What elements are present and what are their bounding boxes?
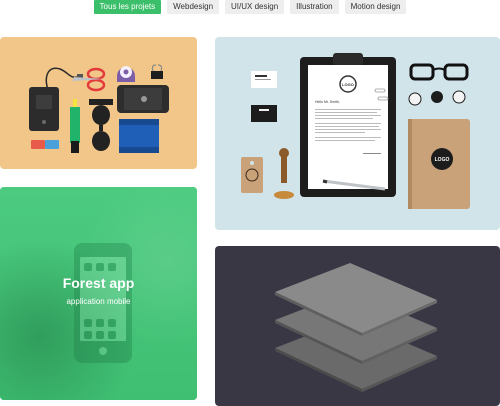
glasses-icon [409,63,469,81]
tape-dispenser-icon [117,66,135,82]
highlighter-icon [70,99,80,153]
smartphone-icon [117,85,169,113]
stacked-layers-icon [275,263,437,392]
scissors-icon [72,67,106,92]
filter-ui-ux-design[interactable]: UI/UX design [225,0,285,14]
notebook-logo: LOGO [435,157,450,163]
forest-app-phone-illustration [74,243,132,363]
letter-logo: LOGO [342,82,354,87]
business-card-icon [251,71,277,122]
desk-items-illustration [29,64,169,153]
project-subtitle: application mobile [66,297,131,306]
badge-icon [408,90,466,106]
binder-clip-icon [151,64,163,79]
filter-motion-design[interactable]: Motion design [344,0,407,14]
wax-seal-stamp-icon [274,148,294,199]
price-tag-icon [241,157,263,193]
filter-all-projects[interactable]: Tous les projets [93,0,162,14]
notebook-icon: LOGO [408,119,470,209]
filter-illustration[interactable]: Illustration [290,0,339,14]
stationery-illustration: LOGO Hello Mr. Smith, LOGO [241,53,470,209]
project-tile-layers[interactable] [215,246,500,406]
project-tile-stationery[interactable]: LOGO Hello Mr. Smith, LOGO [215,37,500,230]
notebook-icon [119,119,159,153]
letter-greeting: Hello Mr. Smith, [315,100,340,104]
filter-webdesign[interactable]: Webdesign [167,0,220,14]
project-title: Forest app [62,275,135,291]
sunglasses-icon [89,99,113,151]
eraser-icon [31,140,59,149]
project-tile-desk-items[interactable] [0,37,197,169]
external-hard-drive-icon [29,87,59,131]
letter-icon: LOGO Hello Mr. Smith, [308,65,388,189]
project-filter-bar: Tous les projets Webdesign UI/UX design … [0,0,500,14]
project-tile-forest-app[interactable]: Forest app application mobile [0,187,197,400]
